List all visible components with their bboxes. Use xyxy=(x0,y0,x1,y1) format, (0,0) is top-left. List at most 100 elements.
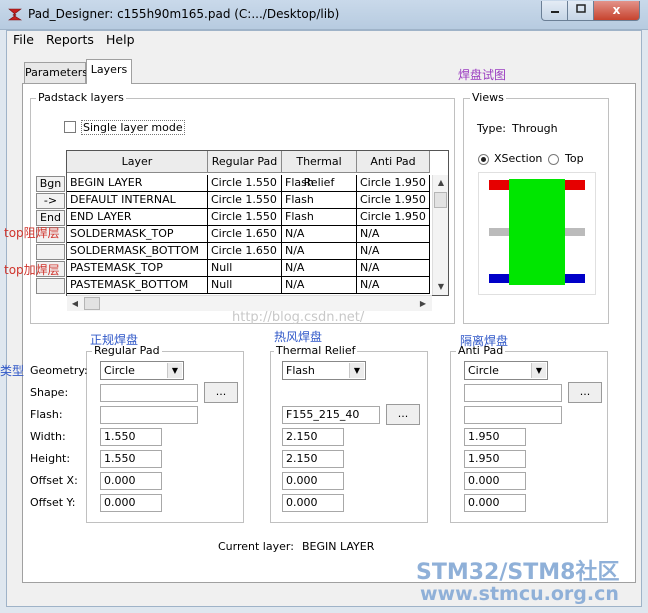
thermal-height-field[interactable]: 2.150 xyxy=(282,450,344,468)
height-label: Height: xyxy=(30,452,71,465)
regular-height-field[interactable]: 1.550 xyxy=(100,450,162,468)
menu-reports[interactable]: Reports xyxy=(46,32,94,47)
maximize-button[interactable] xyxy=(567,1,594,21)
regular-pad-cell[interactable]: Circle 1.650 xyxy=(208,226,282,243)
regular-width-field[interactable]: 1.550 xyxy=(100,428,162,446)
app-icon xyxy=(8,8,23,21)
shape-label: Shape: xyxy=(30,386,69,399)
xsection-label[interactable]: XSection xyxy=(494,152,542,165)
anti-offset-y-field[interactable]: 0.000 xyxy=(464,494,526,512)
layer-button[interactable] xyxy=(36,278,65,294)
anti-pad-cell[interactable]: Circle 1.950 xyxy=(357,175,430,192)
anti-pad-cell[interactable]: N/A xyxy=(357,277,430,294)
annotation-top-paste: top加焊层 xyxy=(4,263,60,277)
preview-drill-body xyxy=(509,179,565,285)
scroll-thumb[interactable] xyxy=(434,192,447,208)
anti-pad-cell[interactable]: Circle 1.950 xyxy=(357,192,430,209)
regular-pad-cell[interactable]: Circle 1.550 xyxy=(208,175,282,192)
thermal-width-field[interactable]: 2.150 xyxy=(282,428,344,446)
chevron-down-icon[interactable]: ▼ xyxy=(167,363,182,378)
column-header-anti-pad[interactable]: Anti Pad xyxy=(357,151,430,173)
thermal-relief-cell[interactable]: N/A xyxy=(282,226,357,243)
anti-pad-cell[interactable]: N/A xyxy=(357,260,430,277)
column-header-regular-pad[interactable]: Regular Pad xyxy=(208,151,282,173)
table-vertical-scrollbar[interactable]: ▲ ▼ xyxy=(432,175,448,295)
scroll-thumb[interactable] xyxy=(84,297,100,310)
thermal-relief-cell[interactable]: N/A xyxy=(282,277,357,294)
current-layer-value: BEGIN LAYER xyxy=(302,540,375,553)
anti-pad-cell[interactable]: N/A xyxy=(357,226,430,243)
column-header-layer[interactable]: Layer xyxy=(67,151,208,173)
regular-shape-field[interactable] xyxy=(100,384,198,402)
layer-cell[interactable]: DEFAULT INTERNAL xyxy=(67,192,208,209)
tab-parameters[interactable]: Parameters xyxy=(24,62,88,83)
single-layer-label[interactable]: Single layer mode xyxy=(81,120,185,135)
chevron-down-icon[interactable]: ▼ xyxy=(349,363,364,378)
regular-geometry-select[interactable]: Circle ▼ xyxy=(100,361,184,380)
anti-pad-cell[interactable]: N/A xyxy=(357,243,430,260)
regular-flash-field[interactable] xyxy=(100,406,198,424)
regular-pad-cell[interactable]: Null xyxy=(208,260,282,277)
regular-pad-cell[interactable]: Circle 1.650 xyxy=(208,243,282,260)
regular-pad-cell[interactable]: Circle 1.550 xyxy=(208,192,282,209)
next-button[interactable]: -> xyxy=(36,193,65,209)
padstack-table[interactable]: Layer Regular Pad Thermal Relief Anti Pa… xyxy=(66,150,449,296)
regular-pad-cell[interactable]: Null xyxy=(208,277,282,294)
layer-cell[interactable]: END LAYER xyxy=(67,209,208,226)
regular-pad-cell[interactable]: Circle 1.550 xyxy=(208,209,282,226)
thermal-offset-y-field[interactable]: 0.000 xyxy=(282,494,344,512)
regular-geometry-value: Circle xyxy=(104,364,135,377)
preview-internal-right xyxy=(565,228,585,236)
window-title: Pad_Designer: c155h90m165.pad (C:.../Des… xyxy=(28,7,340,21)
top-label[interactable]: Top xyxy=(565,152,584,165)
scroll-right-icon[interactable]: ▶ xyxy=(415,296,431,312)
layer-cell[interactable]: PASTEMASK_TOP xyxy=(67,260,208,277)
table-horizontal-scrollbar[interactable]: ◀ ▶ xyxy=(67,295,432,311)
thermal-geometry-select[interactable]: Flash ▼ xyxy=(282,361,366,380)
thermal-relief-cell[interactable]: Flash xyxy=(282,175,357,192)
anti-shape-browse-button[interactable]: ... xyxy=(568,382,602,403)
close-button[interactable]: x xyxy=(593,1,640,21)
preview-top-pad-left xyxy=(489,180,509,190)
width-label: Width: xyxy=(30,430,66,443)
minimize-button[interactable] xyxy=(541,1,568,21)
column-header-thermal-relief[interactable]: Thermal Relief xyxy=(282,151,357,189)
scroll-down-icon[interactable]: ▼ xyxy=(433,279,449,295)
thermal-flash-browse-button[interactable]: ... xyxy=(386,404,420,425)
regular-offset-x-field[interactable]: 0.000 xyxy=(100,472,162,490)
thermal-offset-x-field[interactable]: 0.000 xyxy=(282,472,344,490)
scroll-up-icon[interactable]: ▲ xyxy=(433,175,449,191)
tab-layers[interactable]: Layers xyxy=(86,59,132,84)
thermal-flash-field[interactable]: F155_215_40 xyxy=(282,406,380,424)
anti-flash-field[interactable] xyxy=(464,406,562,424)
thermal-relief-cell[interactable]: N/A xyxy=(282,260,357,277)
anti-geometry-select[interactable]: Circle ▼ xyxy=(464,361,548,380)
layer-cell[interactable]: SOLDERMASK_BOTTOM xyxy=(67,243,208,260)
thermal-relief-cell[interactable]: N/A xyxy=(282,243,357,260)
layer-cell[interactable]: SOLDERMASK_TOP xyxy=(67,226,208,243)
layer-button[interactable] xyxy=(36,244,65,260)
scroll-left-icon[interactable]: ◀ xyxy=(67,296,83,312)
regular-offset-y-field[interactable]: 0.000 xyxy=(100,494,162,512)
top-radio[interactable] xyxy=(548,154,559,165)
thermal-relief-cell[interactable]: Flash xyxy=(282,192,357,209)
chevron-down-icon[interactable]: ▼ xyxy=(531,363,546,378)
preview-bottom-pad-right xyxy=(565,274,585,283)
anti-width-field[interactable]: 1.950 xyxy=(464,428,526,446)
menu-file[interactable]: File xyxy=(13,32,34,47)
preview-bottom-pad-left xyxy=(489,274,509,283)
layer-cell[interactable]: BEGIN LAYER xyxy=(67,175,208,192)
bgn-button[interactable]: Bgn xyxy=(36,176,65,192)
layer-cell[interactable]: PASTEMASK_BOTTOM xyxy=(67,277,208,294)
regular-shape-browse-button[interactable]: ... xyxy=(204,382,238,403)
thermal-relief-cell[interactable]: Flash xyxy=(282,209,357,226)
anti-height-field[interactable]: 1.950 xyxy=(464,450,526,468)
xsection-radio[interactable] xyxy=(478,154,489,165)
anti-pad-cell[interactable]: Circle 1.950 xyxy=(357,209,430,226)
watermark-url: www.stmcu.org.cn xyxy=(420,583,619,605)
anti-shape-field[interactable] xyxy=(464,384,562,402)
single-layer-checkbox[interactable] xyxy=(64,121,76,133)
menu-help[interactable]: Help xyxy=(106,32,135,47)
anti-offset-x-field[interactable]: 0.000 xyxy=(464,472,526,490)
maximize-icon xyxy=(575,4,586,13)
